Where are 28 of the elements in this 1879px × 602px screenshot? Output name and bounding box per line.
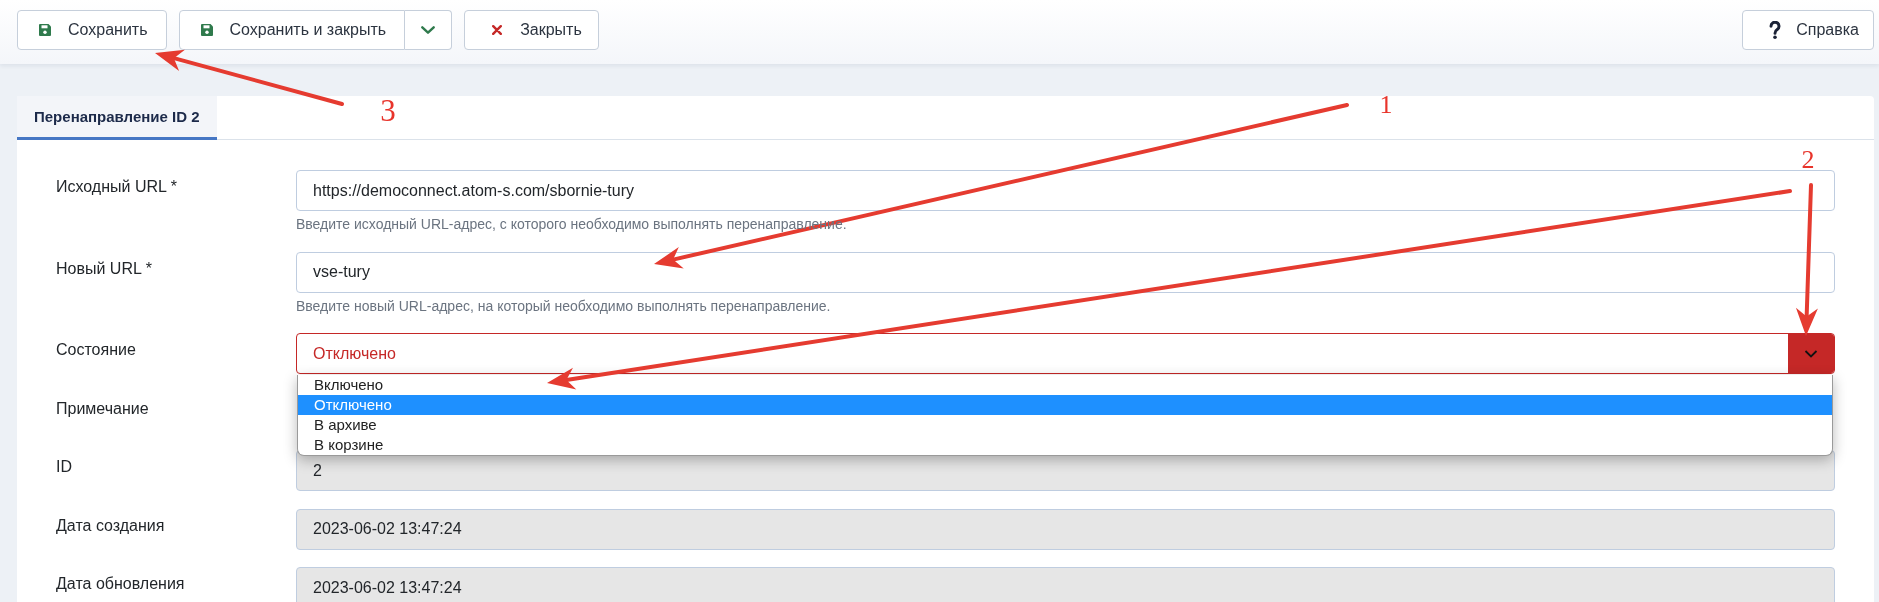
dropdown-toggle-button[interactable] [405, 9, 453, 50]
annotation-number: 2 [1801, 147, 1815, 173]
field-label: Исходный URL * [56, 177, 178, 197]
readonly-field[interactable]: 2023-06-02 13:47:24 [296, 508, 1835, 550]
field-label: Дата создания [56, 515, 166, 536]
save-and-close-button[interactable]: Сохранить и закрыть [178, 9, 406, 50]
field-label: ID [56, 457, 73, 477]
annotation-number: 3 [380, 94, 396, 126]
field-label: Новый URL * [56, 258, 153, 279]
field-label: Состояние [56, 340, 137, 360]
annotation-number: 1 [1379, 92, 1393, 118]
question-mark-icon [1769, 20, 1782, 39]
dropdown-option[interactable]: Включено [298, 375, 1832, 395]
field-label: Примечание [56, 398, 150, 419]
help-button[interactable]: Справка [1742, 9, 1874, 50]
dropdown-option[interactable]: В архиве [298, 415, 1832, 435]
field-label: Дата обновления [56, 574, 186, 594]
close-button[interactable]: Закрыть [464, 9, 599, 50]
close-icon [492, 24, 503, 35]
readonly-field[interactable]: 2023-06-02 13:47:24 [296, 567, 1835, 602]
text-field[interactable]: vse-tury [296, 251, 1835, 293]
text-field[interactable]: https://democonnect.atom-s.com/sbornie-tury [296, 170, 1835, 211]
status-select[interactable]: Отключено [296, 333, 1835, 374]
tab[interactable]: Перенаправление ID 2 [17, 96, 217, 140]
field-hint: Введите новый URL-адрес, на который необходимо выполнять перенаправление. [296, 296, 831, 316]
chevron-down-icon [421, 25, 436, 34]
chevron-down-icon [1788, 334, 1834, 373]
save-button[interactable]: Сохранить [17, 9, 167, 50]
